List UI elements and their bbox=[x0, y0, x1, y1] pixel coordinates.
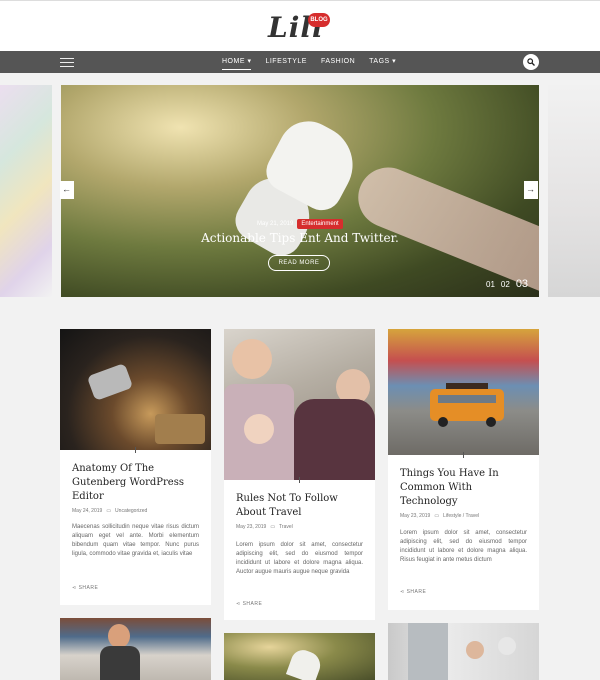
hero-slide[interactable]: May 21, 2019 Entertainment Actionable Ti… bbox=[61, 85, 539, 297]
post-title[interactable]: Things You Have In Common With Technolog… bbox=[400, 467, 530, 509]
logo-badge: BLOG bbox=[308, 13, 330, 27]
card-divider bbox=[299, 477, 300, 483]
site-logo[interactable]: Lili BLOG bbox=[268, 9, 332, 45]
nav-menu: HOME ▾ LIFESTYLE FASHION TAGS ▾ bbox=[222, 51, 396, 73]
post-excerpt: Lorem ipsum dolor sit amet, consectetur … bbox=[400, 530, 527, 563]
post-card[interactable]: Anatomy Of The Gutenberg WordPress Edito… bbox=[60, 329, 211, 605]
post-image-couple[interactable] bbox=[388, 623, 539, 680]
post-card[interactable] bbox=[224, 633, 375, 680]
nav-item-home[interactable]: HOME ▾ bbox=[222, 51, 252, 73]
post-category[interactable]: Uncategorized bbox=[115, 508, 147, 514]
post-date: May 23, 2019 bbox=[236, 524, 267, 530]
share-icon: ⋖ bbox=[72, 585, 77, 591]
slider-page-2[interactable]: 02 bbox=[501, 280, 510, 289]
post-card[interactable]: Things You Have In Common With Technolog… bbox=[388, 329, 539, 610]
search-icon bbox=[527, 58, 535, 66]
post-card[interactable] bbox=[60, 618, 211, 680]
slide-date: May 21, 2019 bbox=[257, 221, 294, 227]
folder-icon: ▭ bbox=[106, 508, 112, 514]
post-date: May 24, 2019 bbox=[72, 508, 103, 514]
post-excerpt: Maecenas sollicitudin neque vitae risus … bbox=[72, 524, 199, 557]
post-image-van[interactable] bbox=[388, 329, 539, 455]
nav-item-tags[interactable]: TAGS ▾ bbox=[369, 51, 396, 73]
next-slide-preview[interactable] bbox=[548, 85, 600, 297]
share-label: SHARE bbox=[78, 585, 99, 591]
post-title[interactable]: Anatomy Of The Gutenberg WordPress Edito… bbox=[72, 462, 202, 504]
share-label: SHARE bbox=[406, 589, 427, 595]
share-button[interactable]: ⋖ SHARE bbox=[72, 585, 98, 591]
main-nav: HOME ▾ LIFESTYLE FASHION TAGS ▾ bbox=[0, 51, 600, 73]
slider-next-button[interactable]: → bbox=[524, 181, 538, 199]
slider-prev-button[interactable]: ← bbox=[60, 181, 74, 199]
site-header: Lili BLOG bbox=[0, 0, 600, 51]
post-card[interactable] bbox=[388, 623, 539, 680]
post-date: May 23, 2019 bbox=[400, 513, 431, 519]
post-meta: May 24, 2019 ▭ Uncategorized bbox=[72, 508, 147, 514]
slide-meta: May 21, 2019 Entertainment bbox=[257, 218, 343, 230]
slide-image-legs bbox=[349, 158, 539, 297]
folder-icon: ▭ bbox=[434, 513, 440, 519]
card-divider bbox=[135, 447, 136, 453]
card-divider bbox=[463, 452, 464, 458]
share-label: SHARE bbox=[242, 601, 263, 607]
slide-category-badge[interactable]: Entertainment bbox=[297, 219, 343, 229]
post-meta: May 23, 2019 ▭ Lifestyle / Travel bbox=[400, 513, 479, 519]
share-button[interactable]: ⋖ SHARE bbox=[236, 601, 262, 607]
hero-slider: May 21, 2019 Entertainment Actionable Ti… bbox=[0, 85, 600, 297]
slider-pagination: 01 02 03 bbox=[486, 278, 528, 290]
nav-item-fashion[interactable]: FASHION bbox=[321, 51, 355, 73]
prev-slide-preview[interactable] bbox=[0, 85, 52, 297]
share-icon: ⋖ bbox=[400, 589, 405, 595]
arrow-left-icon: ← bbox=[62, 184, 71, 194]
share-icon: ⋖ bbox=[236, 601, 241, 607]
slide-title[interactable]: Actionable Tips Ent And Twitter. bbox=[61, 231, 539, 245]
hamburger-icon[interactable] bbox=[60, 58, 74, 67]
arrow-right-icon: → bbox=[526, 184, 535, 194]
post-title[interactable]: Rules Not To Follow About Travel bbox=[236, 492, 366, 520]
post-meta: May 23, 2019 ▭ Travel bbox=[236, 524, 293, 530]
slider-page-3[interactable]: 03 bbox=[516, 278, 528, 290]
slider-page-1[interactable]: 01 bbox=[486, 280, 495, 289]
post-image-shoes[interactable] bbox=[224, 633, 375, 680]
post-image-family[interactable] bbox=[224, 329, 375, 480]
share-button[interactable]: ⋖ SHARE bbox=[400, 589, 426, 595]
post-card[interactable]: Rules Not To Follow About Travel May 23,… bbox=[224, 329, 375, 620]
nav-item-lifestyle[interactable]: LIFESTYLE bbox=[265, 51, 306, 73]
search-button[interactable] bbox=[523, 54, 539, 70]
post-image-coffee[interactable] bbox=[60, 329, 211, 450]
post-image-woman[interactable] bbox=[60, 618, 211, 680]
read-more-button[interactable]: READ MORE bbox=[268, 255, 330, 271]
post-category[interactable]: Lifestyle / Travel bbox=[443, 513, 479, 519]
post-excerpt: Lorem ipsum dolor sit amet, consectetur … bbox=[236, 542, 363, 575]
folder-icon: ▭ bbox=[270, 524, 276, 530]
post-category[interactable]: Travel bbox=[279, 524, 293, 530]
